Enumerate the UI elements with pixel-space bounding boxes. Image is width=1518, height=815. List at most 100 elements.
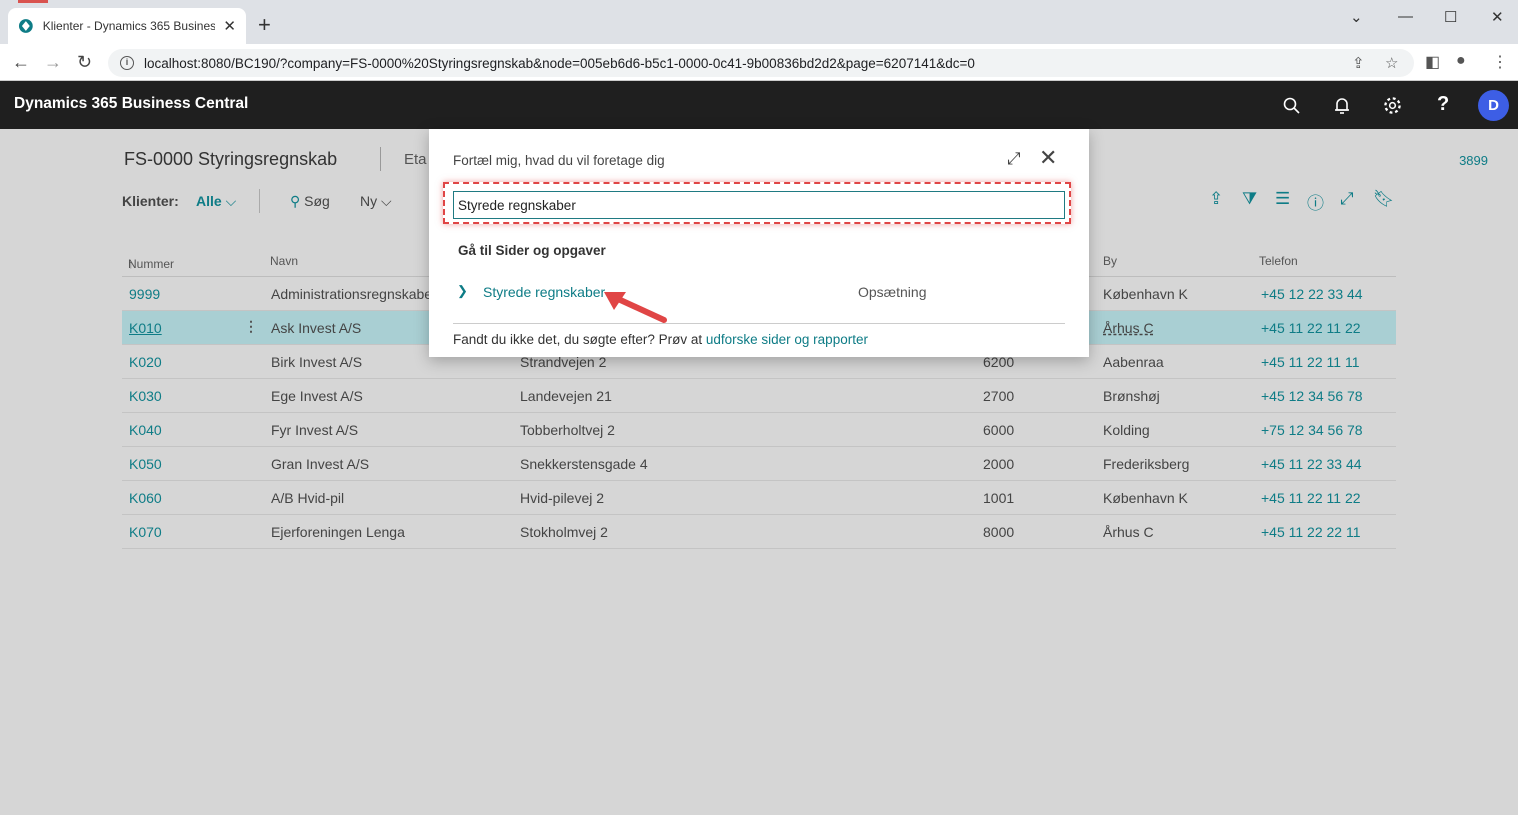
cell-number[interactable]: K050 [129,456,162,472]
bookmark-icon[interactable]: 🔖︎ [1373,189,1395,209]
cell-address: Snekkerstensgade 4 [520,456,648,472]
table-row[interactable]: K030 Ege Invest A/S Landevejen 21 2700 B… [122,379,1396,413]
browser-tab[interactable]: Klienter - Dynamics 365 Business ✕ [8,8,246,44]
address-bar[interactable]: i localhost:8080/BC190/?company=FS-0000%… [108,49,1414,77]
search-icon: ⚲ [290,193,301,209]
cell-name: Ask Invest A/S [271,320,362,336]
result-name[interactable]: Styrede regnskaber [483,284,605,300]
chevron-right-icon: ❯ [457,283,468,298]
cell-phone[interactable]: +45 11 22 22 11 [1261,524,1361,540]
title-divider [380,147,381,171]
table-row[interactable]: K070 Ejerforeningen Lenga Stokholmvej 2 … [122,515,1396,549]
cell-name: A/B Hvid-pil [271,490,345,506]
cell-city: Århus C [1103,524,1154,540]
row-menu-icon[interactable]: ⋮ [244,318,258,335]
reload-icon[interactable]: ↻ [77,52,92,72]
cell-city: Frederiksberg [1103,456,1190,472]
cell-name: Administrationsregnskabe [271,286,433,302]
profile-icon[interactable]: ● [1456,52,1466,70]
cell-phone[interactable]: +45 12 22 33 44 [1261,286,1363,302]
cell-number[interactable]: K020 [129,354,162,370]
cell-address: Landevejen 21 [520,388,612,404]
new-action-button[interactable]: Ny ⌵ [360,193,392,210]
new-tab-icon[interactable]: + [258,14,271,36]
record-count[interactable]: 3899 [1459,153,1488,168]
cell-phone[interactable]: +45 11 22 11 11 [1261,354,1359,370]
filter-icon[interactable]: ⧩ [1242,189,1257,209]
list-view-icon[interactable]: ☰ [1275,189,1290,209]
tell-me-dialog: Fortæl mig, hvad du vil foretage dig ⤢ ✕… [429,129,1089,357]
tab-title: Klienter - Dynamics 365 Business [42,19,216,33]
table-row[interactable]: K050 Gran Invest A/S Snekkerstensgade 4 … [122,447,1396,481]
back-icon[interactable]: ← [12,52,30,72]
result-category: Opsætning [858,284,927,300]
tab-search-icon[interactable]: ⌄ [1350,8,1363,26]
cell-zip: 6000 [983,422,1015,438]
annotation-arrow-icon [604,292,667,323]
app-header: Dynamics 365 Business Central ? D [0,81,1518,129]
cell-phone[interactable]: +45 11 22 11 22 [1261,320,1361,336]
maximize-icon[interactable]: ☐ [1444,8,1457,26]
cell-city: København K [1103,286,1188,302]
info-icon[interactable]: ⓘ [1307,189,1324,214]
share-icon[interactable]: ⇪ [1352,54,1365,72]
cell-address: Hvid-pilevej 2 [520,490,605,506]
close-icon[interactable]: ✕ [1039,145,1057,171]
site-info-icon[interactable]: i [120,56,134,70]
table-row[interactable]: K040 Fyr Invest A/S Tobberholtvej 2 6000… [122,413,1396,447]
page-title: FS-0000 Styringsregnskab [124,149,338,169]
search-icon[interactable] [1283,97,1300,114]
search-result-item[interactable]: ❯ Styrede regnskaber Opsætning [453,276,1065,306]
browser-toolbar: ← → ↻ i localhost:8080/BC190/?company=FS… [0,44,1518,81]
view-filter-dropdown[interactable]: Alle ⌵ [196,193,236,210]
dynamics-favicon-icon [18,19,33,33]
bookmark-star-icon[interactable]: ☆ [1385,54,1398,72]
cell-phone[interactable]: +75 12 34 56 78 [1261,422,1363,438]
browser-tabstrip: Klienter - Dynamics 365 Business ✕ + ⌄ —… [0,0,1518,44]
column-phone[interactable]: Telefon [1259,254,1298,268]
cell-name: Ejerforeningen Lenga [271,524,405,540]
column-city[interactable]: By [1103,254,1117,268]
cell-phone[interactable]: +45 11 22 11 22 [1261,490,1361,506]
search-action-button[interactable]: ⚲ Søg [290,193,330,210]
tab-indicator [18,0,48,3]
search-action-label: Søg [304,193,330,209]
cell-phone[interactable]: +45 11 22 33 44 [1261,456,1362,472]
new-action-label: Ny [360,193,378,209]
cell-number[interactable]: K010 [129,320,162,336]
dialog-title: Fortæl mig, hvad du vil foretage dig [453,153,665,168]
notification-bell-icon[interactable] [1334,97,1350,115]
action-divider [259,189,260,213]
cell-number[interactable]: K030 [129,388,162,404]
table-row[interactable]: K060 A/B Hvid-pil Hvid-pilevej 2 1001 Kø… [122,481,1396,515]
window-close-icon[interactable]: ✕ [1491,8,1504,26]
cell-address: Stokholmvej 2 [520,524,608,540]
cell-number[interactable]: 9999 [129,286,160,302]
forward-icon[interactable]: → [44,52,62,72]
share-icon[interactable]: ⇪ [1209,189,1223,209]
cell-number[interactable]: K070 [129,524,162,540]
cell-city: Brønshøj [1103,388,1160,404]
explore-pages-link[interactable]: udforske sider og rapporter [706,332,868,347]
help-icon[interactable]: ? [1437,93,1449,116]
cell-city: Kolding [1103,422,1150,438]
chevron-down-icon: ⌵ [225,193,237,209]
chrome-menu-icon[interactable]: ⋮ [1492,52,1508,72]
chevron-down-icon: ⌵ [381,193,392,209]
column-name[interactable]: Navn [270,254,298,268]
expand-icon[interactable]: ⤢ [1007,149,1021,169]
sort-ascending-icon: ↑ [128,257,134,271]
tell-me-search-input[interactable] [453,191,1065,219]
expand-icon[interactable]: ⤢ [1340,189,1354,209]
minimize-icon[interactable]: — [1398,8,1413,25]
cell-zip: 8000 [983,524,1015,540]
cell-number[interactable]: K040 [129,422,162,438]
cell-number[interactable]: K060 [129,490,162,506]
footer-text: Fandt du ikke det, du søgte efter? Prøv … [453,332,706,347]
user-avatar[interactable]: D [1478,90,1509,121]
cell-city: Aabenraa [1103,354,1164,370]
cell-phone[interactable]: +45 12 34 56 78 [1261,388,1363,404]
settings-gear-icon[interactable] [1383,96,1402,115]
tab-close-icon[interactable]: ✕ [223,17,236,35]
side-panel-icon[interactable]: ◧ [1425,52,1440,72]
